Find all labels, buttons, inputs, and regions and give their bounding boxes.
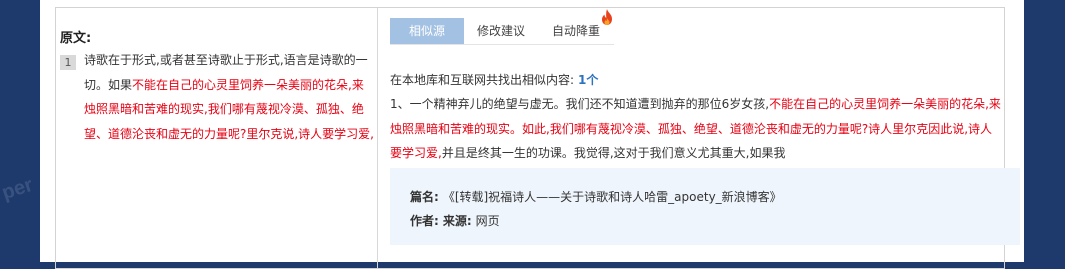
tab-similar-sources[interactable]: 相似源 bbox=[390, 18, 464, 44]
result-tabs: 相似源 修改建议 自动降重 bbox=[390, 9, 614, 44]
source-info-box: 篇名: 《[转载]祝福诗人——关于诗歌和诗人哈雷_apoety_新浪博客》 作者:… bbox=[390, 168, 1020, 245]
fire-icon bbox=[602, 9, 612, 25]
matched-plain-text-end: 并且是终其一生的功课。我觉得,这对于我们意义尤其重大,如果我 bbox=[441, 146, 786, 160]
source-title-row: 篇名: 《[转载]祝福诗人——关于诗歌和诗人哈雷_apoety_新浪博客》 bbox=[410, 188, 782, 205]
tab-auto-reduce-label: 自动降重 bbox=[551, 24, 600, 38]
tab-divider bbox=[390, 44, 614, 45]
matched-paragraph: 1、一个精神弃儿的绝望与虚无。我们还不知道遭到抛弃的那位6岁女孩,不能在自己的心… bbox=[390, 92, 1002, 166]
source-title-value[interactable]: 《[转载]祝福诗人——关于诗歌和诗人哈雷_apoety_新浪博客》 bbox=[443, 190, 782, 204]
matched-plain-text-start: 1、一个精神弃儿的绝望与虚无。我们还不知道遭到抛弃的那位6岁女孩, bbox=[390, 97, 770, 111]
original-heading: 原文: bbox=[60, 31, 92, 46]
summary-label: 在本地库和互联网共找出相似内容: bbox=[390, 73, 575, 87]
similar-count[interactable]: 1个 bbox=[578, 73, 598, 87]
source-origin-label: 来源: bbox=[442, 214, 472, 228]
similar-count-summary: 在本地库和互联网共找出相似内容: 1个 bbox=[390, 71, 598, 88]
paragraph-number-badge: 1 bbox=[60, 55, 76, 70]
tab-auto-reduce[interactable]: 自动降重 bbox=[538, 9, 614, 44]
source-author-label: 作者: bbox=[410, 214, 439, 228]
comparison-panel: 原文: 1 诗歌在于形式,或者甚至诗歌止于形式,语言是诗歌的一切。如果不能在自己… bbox=[55, 7, 1020, 269]
source-origin-value: 网页 bbox=[475, 214, 500, 228]
similarity-column: 相似源 修改建议 自动降重 在本地库和互联网共找出相似内容: 1个 1、一个精神弃… bbox=[378, 8, 1020, 268]
original-paragraph: 诗歌在于形式,或者甚至诗歌止于形式,语言是诗歌的一切。如果不能在自己的心灵里饲养… bbox=[84, 48, 374, 146]
original-text-column: 原文: 1 诗歌在于形式,或者甚至诗歌止于形式,语言是诗歌的一切。如果不能在自己… bbox=[56, 8, 378, 268]
result-card: 原文: 1 诗歌在于形式,或者甚至诗歌止于形式,语言是诗歌的一切。如果不能在自己… bbox=[40, 0, 1024, 269]
source-author-row: 作者: 来源: 网页 bbox=[410, 212, 500, 229]
watermark-text: per bbox=[0, 173, 36, 205]
source-title-label: 篇名: bbox=[410, 190, 439, 204]
tab-revision-suggestions[interactable]: 修改建议 bbox=[464, 18, 538, 44]
